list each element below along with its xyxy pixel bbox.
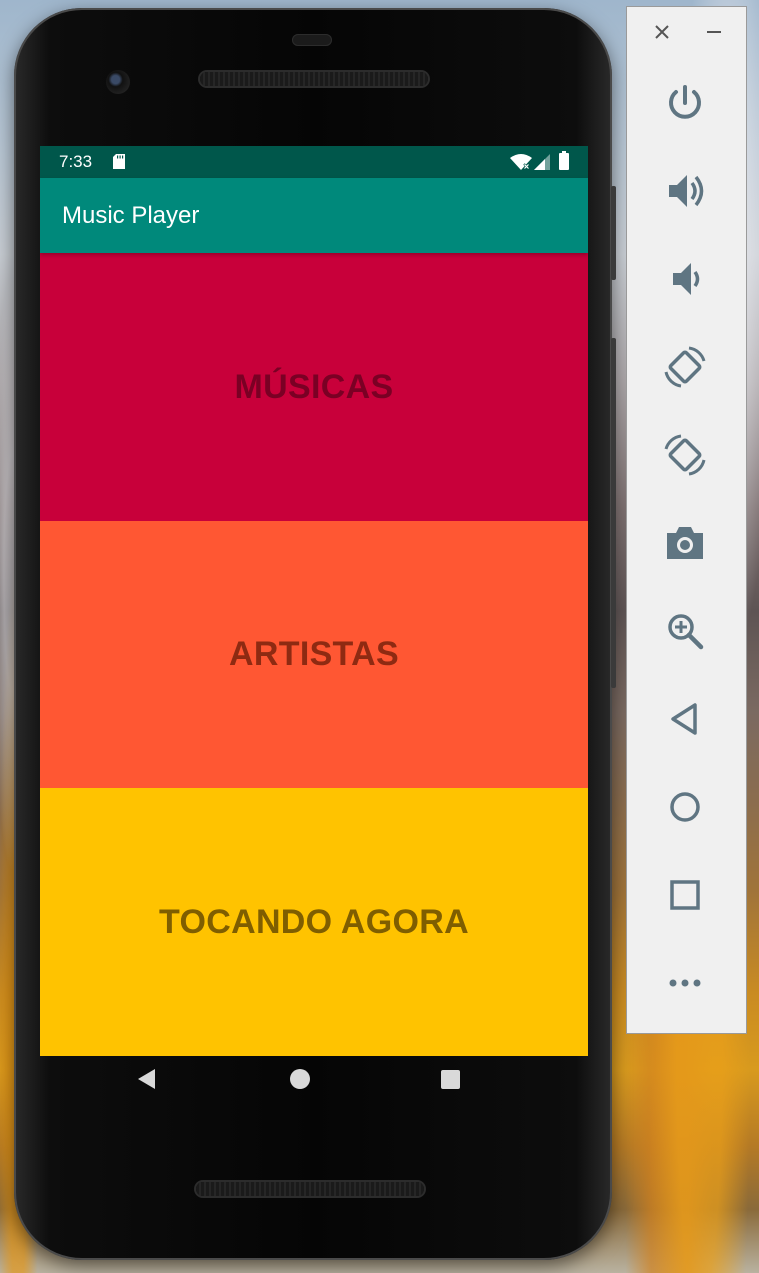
home-icon[interactable]: [290, 1069, 310, 1089]
wifi-icon: [510, 154, 532, 170]
tile-tocando-agora[interactable]: TOCANDO AGORA: [40, 788, 588, 1056]
minimize-icon[interactable]: [703, 21, 725, 43]
volume-up-button[interactable]: [661, 167, 709, 215]
bottom-speaker-grille: [196, 1182, 424, 1196]
tile-artistas-label: ARTISTAS: [229, 635, 399, 673]
volume-down-icon: [673, 263, 700, 295]
cell-signal-icon: [534, 154, 550, 170]
more-button[interactable]: [661, 959, 709, 1007]
app-bar: Music Player: [40, 178, 588, 253]
front-camera: [106, 70, 130, 94]
rotate-right-icon: [664, 434, 706, 476]
recents-icon[interactable]: [441, 1070, 460, 1089]
more-icon: [669, 979, 701, 987]
volume-up-icon: [669, 175, 704, 207]
battery-icon: [559, 151, 569, 170]
screenshot-button[interactable]: [661, 519, 709, 567]
zoom-icon: [668, 614, 704, 650]
sd-card-icon: [113, 154, 125, 169]
app-title: Music Player: [62, 202, 200, 229]
home-icon: [670, 792, 700, 822]
tile-tocando-agora-label: TOCANDO AGORA: [159, 902, 469, 941]
close-icon[interactable]: [651, 21, 673, 43]
emulator-home-button[interactable]: [661, 783, 709, 831]
power-button[interactable]: [661, 79, 709, 127]
zoom-button[interactable]: [661, 607, 709, 655]
power-icon: [669, 85, 701, 119]
status-time: 7:33: [59, 152, 93, 171]
hardware-power-button[interactable]: [611, 186, 616, 280]
status-bar: 7:33: [40, 146, 588, 178]
rotate-left-button[interactable]: [661, 343, 709, 391]
tile-musicas-label: MÚSICAS: [234, 367, 394, 406]
tile-musicas[interactable]: MÚSICAS: [40, 253, 588, 521]
rotate-left-icon: [664, 346, 706, 388]
overview-icon: [670, 880, 700, 910]
tile-artistas[interactable]: ARTISTAS: [40, 521, 588, 788]
device-screen: 7:33 Music Player MÚSICAS ARTISTAS TOCAN…: [40, 146, 588, 1056]
proximity-sensor: [292, 34, 332, 46]
camera-icon: [667, 527, 703, 559]
emulator-back-button[interactable]: [661, 695, 709, 743]
hardware-volume-rocker[interactable]: [611, 338, 616, 688]
volume-down-button[interactable]: [661, 255, 709, 303]
emulator-toolbar: [626, 6, 747, 1034]
emulator-overview-button[interactable]: [661, 871, 709, 919]
back-icon: [671, 703, 697, 735]
rotate-right-button[interactable]: [661, 431, 709, 479]
navigation-bar: [26, 1048, 574, 1112]
top-speaker-grille: [200, 72, 428, 86]
back-icon[interactable]: [136, 1067, 158, 1091]
